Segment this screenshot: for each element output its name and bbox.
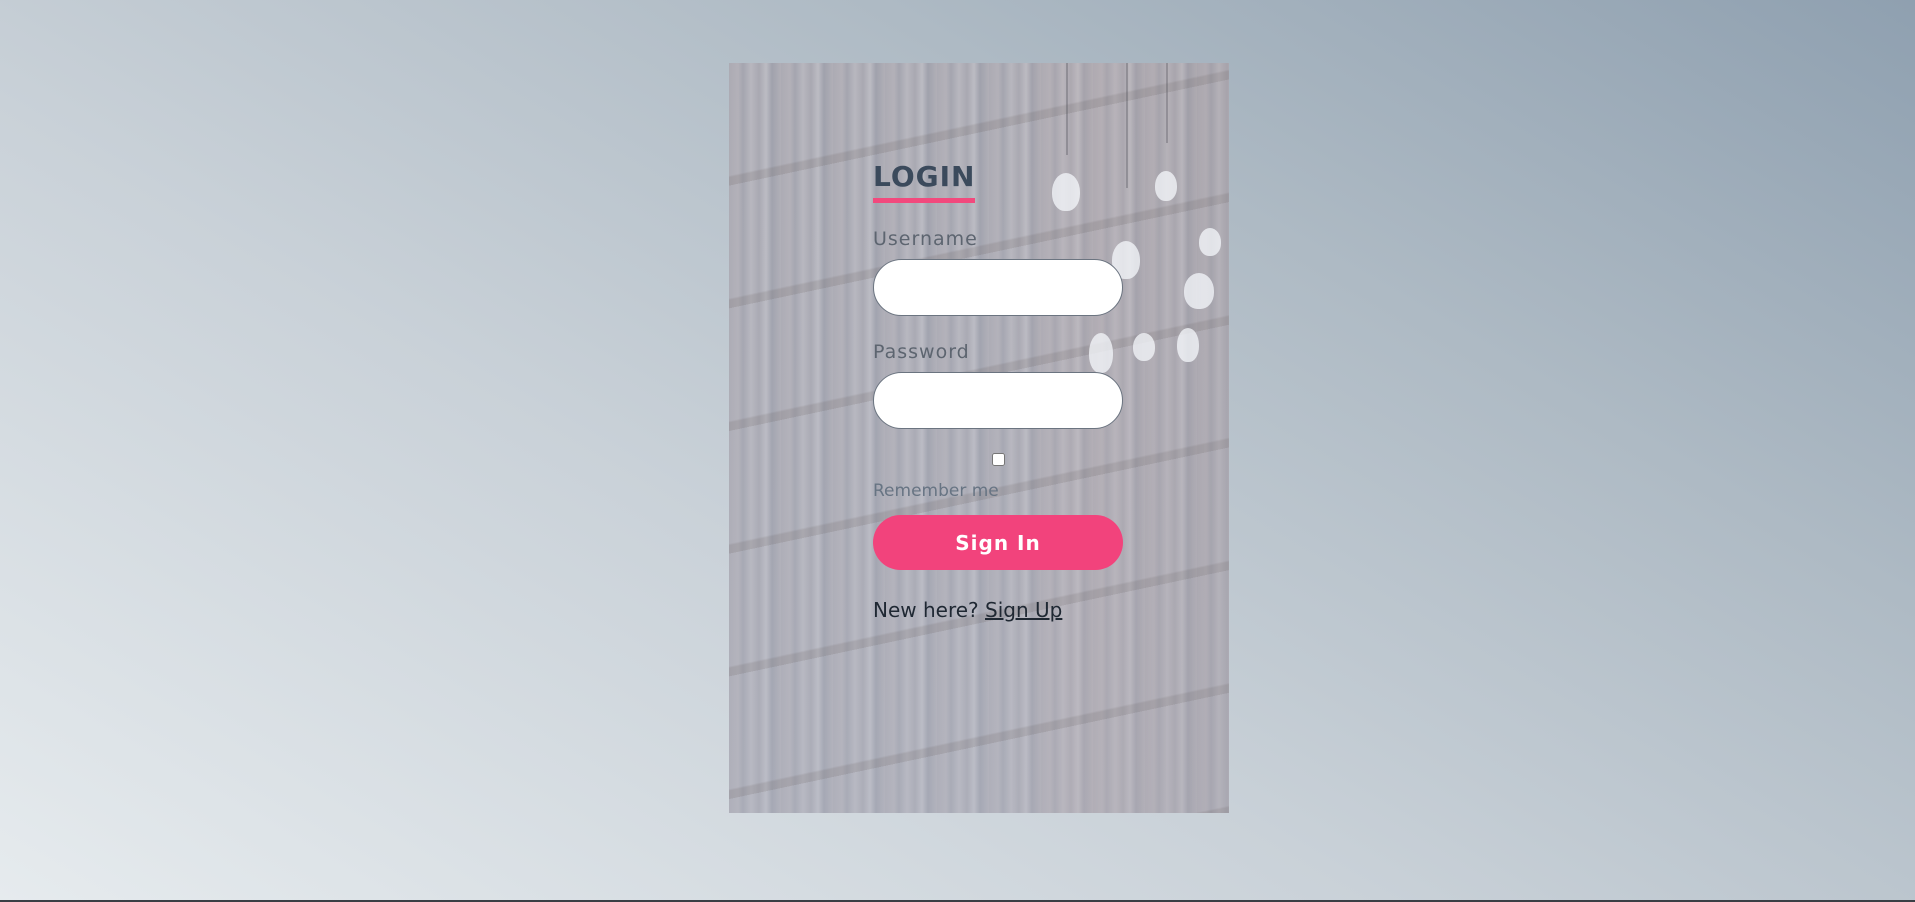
signup-prompt: New here? bbox=[873, 598, 979, 622]
page-title: LOGIN bbox=[873, 158, 976, 203]
bulb-wire bbox=[1166, 63, 1168, 143]
username-input[interactable] bbox=[873, 259, 1123, 316]
light-bulb-image bbox=[1177, 328, 1199, 362]
remember-me-checkbox[interactable] bbox=[991, 453, 1005, 466]
password-input[interactable] bbox=[873, 372, 1123, 429]
sign-up-link[interactable]: Sign Up bbox=[985, 598, 1062, 622]
light-bulb-image bbox=[1184, 273, 1214, 309]
signup-row: New here? Sign Up bbox=[873, 597, 1123, 623]
light-bulb-image bbox=[1199, 228, 1221, 256]
bulb-wire bbox=[1126, 63, 1128, 188]
username-label: Username bbox=[873, 228, 978, 250]
bulb-wire bbox=[1066, 63, 1068, 155]
remember-me-label: Remember me bbox=[873, 481, 999, 501]
light-bulb-image bbox=[1155, 171, 1177, 201]
login-form: LOGIN Username Password Remember me Sign… bbox=[873, 158, 1123, 623]
login-card: LOGIN Username Password Remember me Sign… bbox=[729, 63, 1229, 813]
password-label: Password bbox=[873, 341, 970, 363]
sign-in-button[interactable]: Sign In bbox=[873, 515, 1123, 570]
light-bulb-image bbox=[1133, 333, 1155, 361]
remember-checkbox-wrap bbox=[873, 453, 1123, 471]
